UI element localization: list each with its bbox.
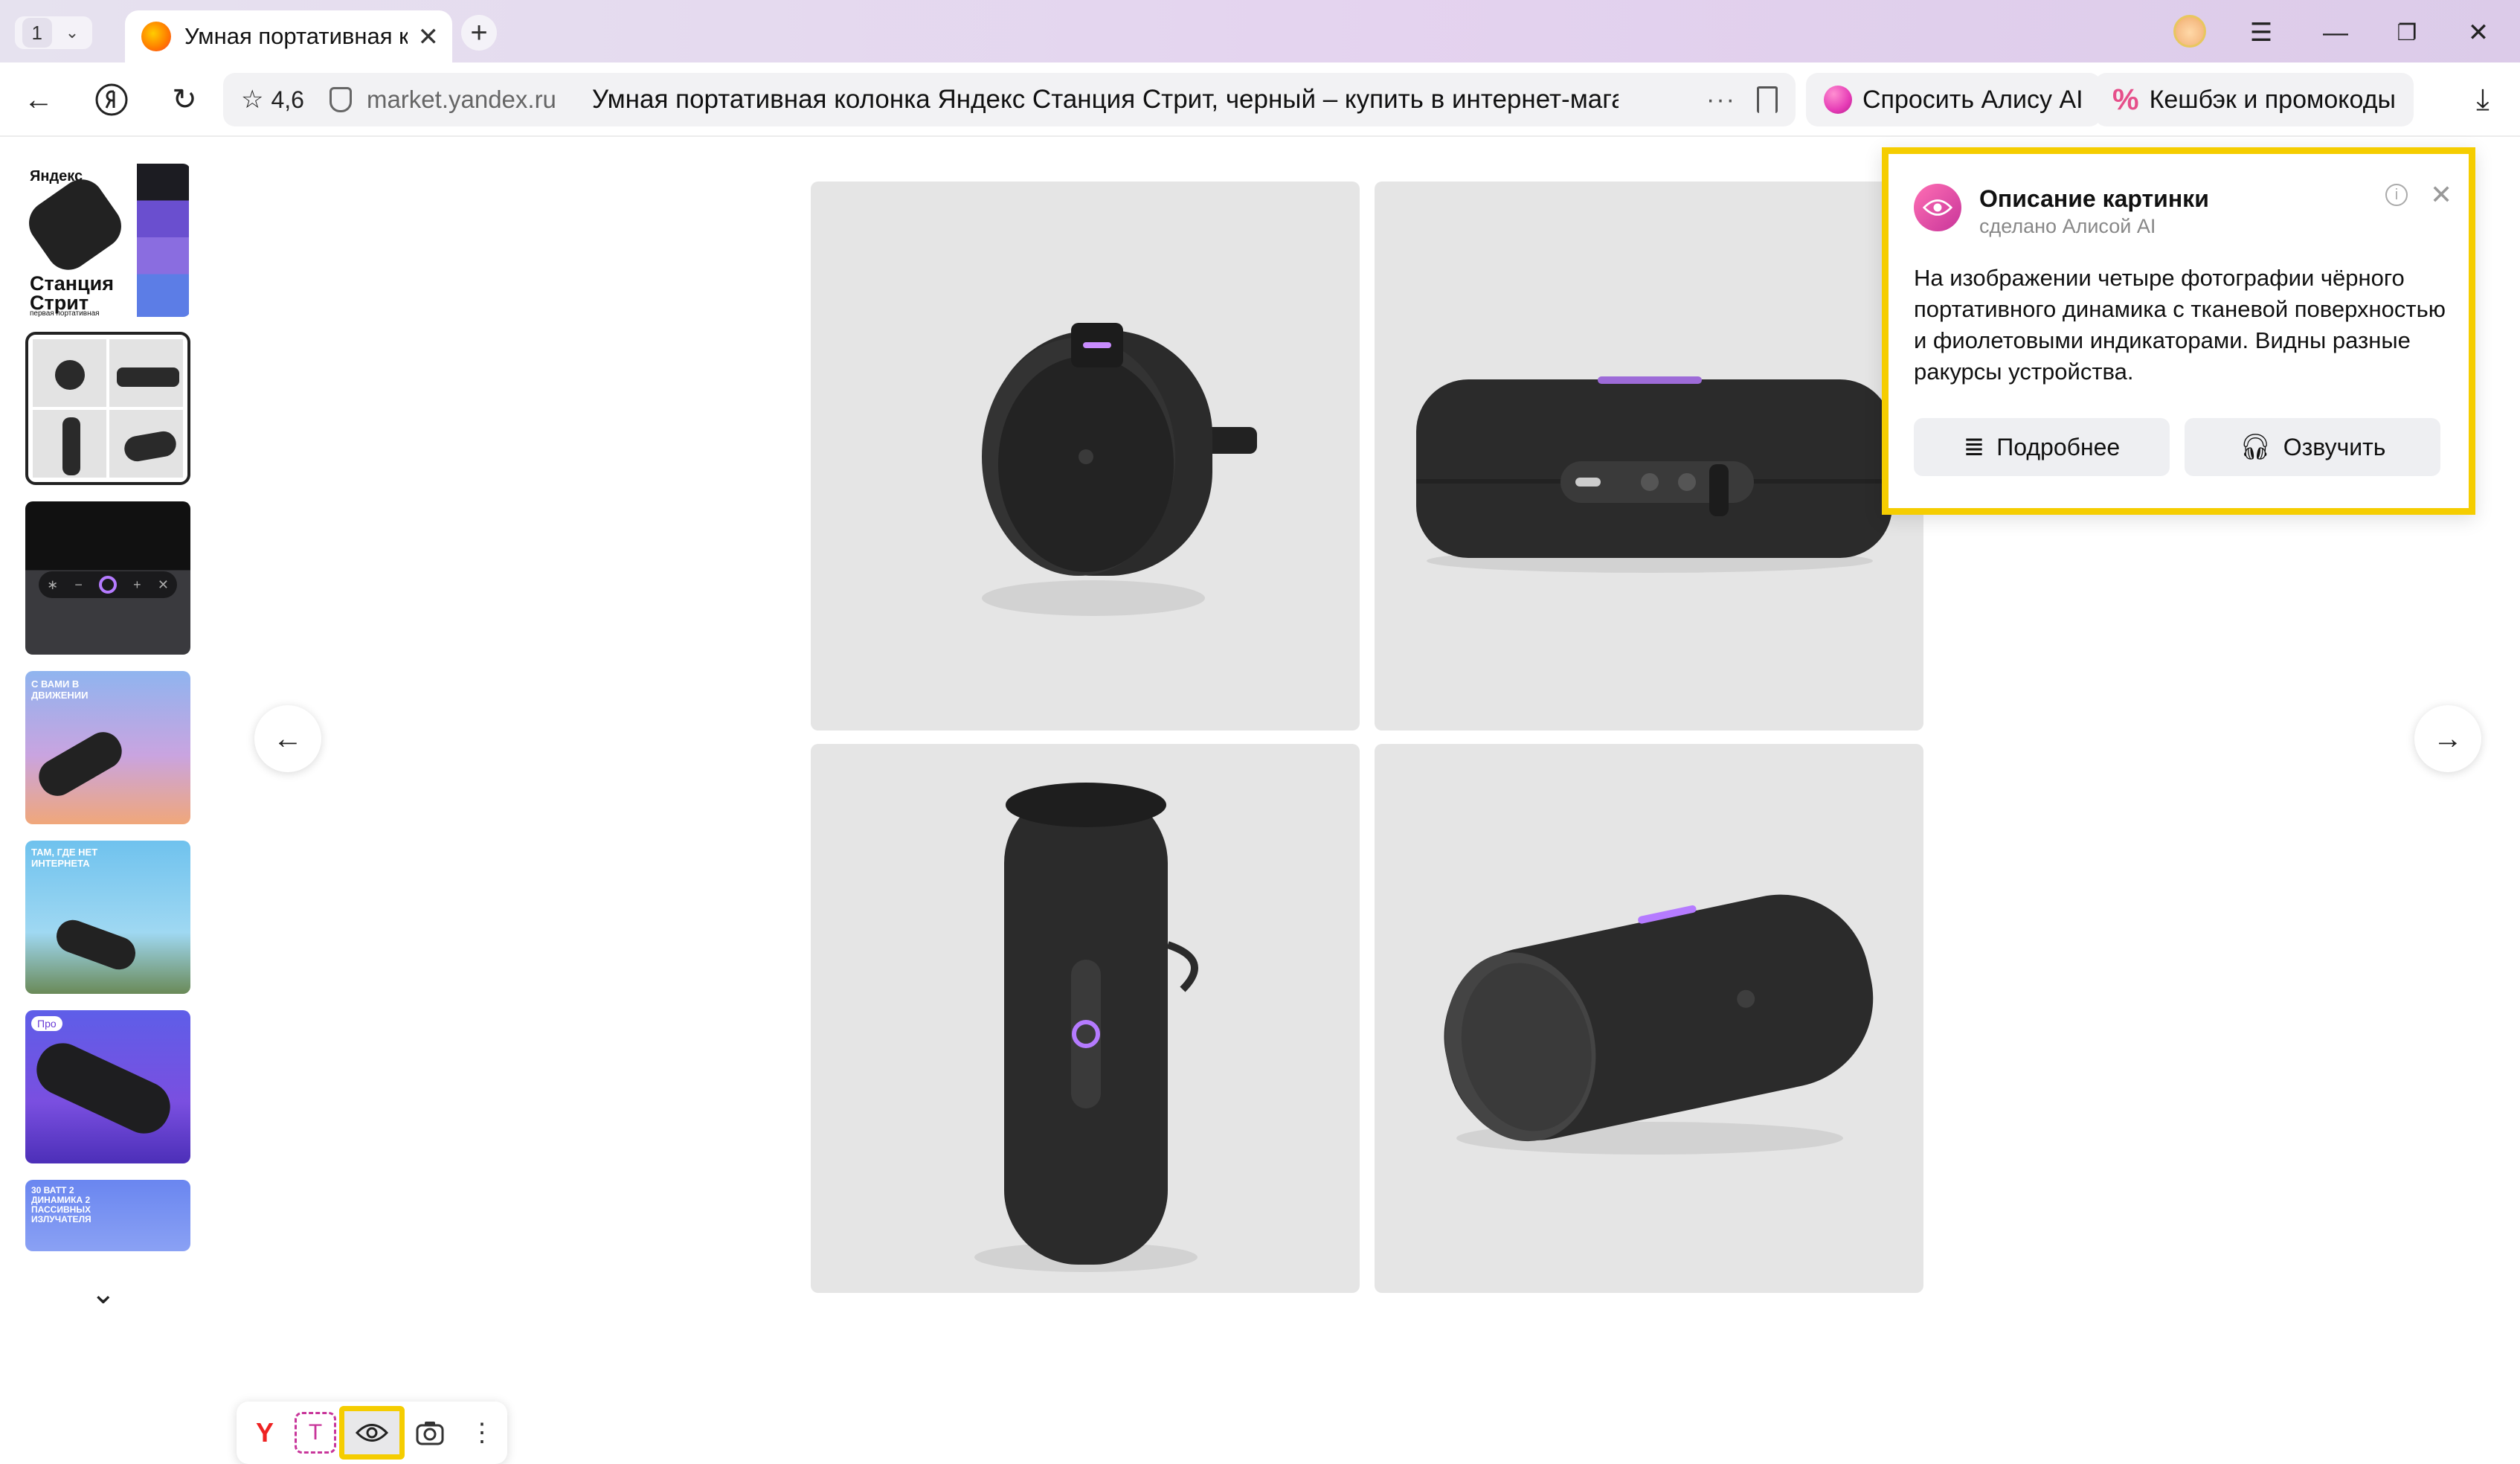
star-icon: ☆ (241, 86, 264, 114)
browser-tab-bar: 1 ⌄ Умная портативная ко ✕ + ☰ — ❐ ✕ (0, 0, 2520, 62)
profile-avatar[interactable] (2173, 15, 2206, 48)
describe-image-button[interactable] (339, 1406, 405, 1460)
popup-subtitle: сделано Алисой AI (1979, 215, 2156, 237)
speaker-angled-image (1444, 894, 1874, 1155)
ask-alice-label: Спросить Алису AI (1862, 85, 2083, 114)
speaker-vertical-image (974, 783, 1198, 1272)
url-bar[interactable]: ☆ 4,6 market.yandex.ru Умная портативная … (223, 73, 1796, 126)
photo-side-view[interactable] (1375, 182, 1923, 731)
yandex-home-button[interactable] (92, 80, 131, 119)
bookmark-icon[interactable] (1757, 86, 1778, 113)
more-dots-icon[interactable]: ··· (1706, 86, 1736, 115)
thumb-cell (109, 339, 183, 407)
thumbnail-7[interactable]: 30 ВАТТ 2 ДИНАМИКА 2 ПАССИВНЫХ ИЗЛУЧАТЕЛ… (25, 1180, 190, 1251)
more-details-label: Подробнее (1996, 433, 2121, 460)
cashback-button[interactable]: % Кешбэк и промокоды (2095, 73, 2414, 126)
new-tab-button[interactable]: + (461, 15, 497, 51)
photo-front-view[interactable] (811, 182, 1360, 731)
more-options-icon[interactable]: ⋮ (461, 1412, 503, 1454)
reload-icon[interactable]: ↻ (165, 80, 204, 119)
speaker-image (51, 915, 141, 975)
translate-text-icon[interactable]: T (295, 1412, 336, 1454)
speaker-image (28, 1035, 179, 1142)
prev-image-arrow[interactable]: ← (254, 705, 321, 772)
info-icon[interactable]: i (2385, 184, 2408, 206)
photo-vertical-view[interactable] (811, 744, 1360, 1293)
menu-icon[interactable]: ☰ (2245, 16, 2278, 49)
popup-title: Описание картинки (1979, 185, 2209, 212)
speaker-front-image (982, 323, 1257, 616)
percent-icon: % (2112, 83, 2139, 116)
popup-description-text: На изображении четыре фотографии чёрного… (1914, 265, 2446, 385)
rating-value: 4,6 (271, 86, 304, 113)
tab-title: Умная портативная ко (184, 23, 408, 49)
headphones-icon: 🎧︎ (2239, 433, 2272, 461)
url-domain: market.yandex.ru (366, 86, 556, 113)
image-toolbar: Y T ⋮ (237, 1402, 507, 1464)
camera-search-icon[interactable] (409, 1412, 451, 1454)
ask-alice-button[interactable]: Спросить Алису AI (1806, 73, 2101, 126)
minimize-icon[interactable]: — (2319, 16, 2352, 49)
yandex-search-icon[interactable]: Y (244, 1412, 286, 1454)
market-favicon-icon (141, 22, 171, 51)
thumb-cell (109, 410, 183, 478)
eye-icon (356, 1424, 388, 1442)
tab-count: 1 (22, 18, 52, 48)
thumb-cell (33, 339, 106, 407)
shield-icon[interactable] (329, 87, 352, 112)
back-arrow-icon[interactable]: ← (19, 80, 58, 119)
active-tab[interactable]: Умная портативная ко ✕ (125, 10, 452, 62)
voice-read-button[interactable]: 🎧︎ Озвучить (2185, 418, 2440, 476)
image-viewer: Яндекс Станция Стрит первая портативная … (0, 138, 2520, 1464)
thumb-title: Станция Стрит (30, 272, 114, 314)
speaker-image (25, 170, 130, 279)
restore-icon[interactable]: ❐ (2391, 16, 2423, 49)
list-icon: ≣ (1963, 433, 1985, 461)
thumbnail-6[interactable]: Про (25, 1010, 190, 1163)
photo-angled-view[interactable] (1375, 744, 1923, 1293)
thumb-caption: первая портативная (30, 309, 100, 317)
tab-counter-button[interactable]: 1 ⌄ (15, 16, 92, 49)
alice-icon (1824, 86, 1852, 114)
more-details-button[interactable]: ≣ Подробнее (1914, 418, 2170, 476)
window-close-icon[interactable]: ✕ (2462, 16, 2495, 49)
thumbnail-3[interactable]: ∗ − + ✕ (25, 501, 190, 655)
thumb-heading: С ВАМИ В ДВИЖЕНИИ (31, 678, 89, 701)
speaker-side-image (1416, 376, 1892, 573)
popup-close-icon[interactable]: ✕ (2430, 179, 2452, 211)
download-icon[interactable]: ⤓ (2463, 80, 2502, 119)
url-page-title: Умная портативная колонка Яндекс Станция… (591, 85, 1619, 114)
thumb-cell (33, 410, 106, 478)
alice-eye-icon (1914, 184, 1961, 231)
site-rating[interactable]: ☆ 4,6 (241, 85, 304, 115)
yandex-logo-icon (95, 83, 128, 116)
chevron-down-icon: ⌄ (65, 23, 80, 42)
thumb-control-strip: ∗ − + ✕ (39, 571, 177, 598)
address-toolbar: ← ↻ ☆ 4,6 market.yandex.ru Умная портатив… (0, 62, 2520, 137)
thumbnail-4[interactable]: С ВАМИ В ДВИЖЕНИИ (25, 671, 190, 824)
voice-read-label: Озвучить (2283, 433, 2386, 460)
tab-close-icon[interactable]: ✕ (418, 22, 440, 52)
speaker-image (32, 725, 129, 803)
thumbnail-1[interactable]: Яндекс Станция Стрит первая портативная (25, 164, 190, 317)
image-description-popup: Описание картинки сделано Алисой AI i ✕ … (1882, 147, 2475, 515)
thumb-badge: Про (31, 1016, 62, 1031)
thumbnail-2-selected[interactable] (25, 332, 190, 485)
thumbnails-down-chevron-icon[interactable]: ⌄ (91, 1277, 116, 1311)
thumb-heading: ТАМ, ГДЕ НЕТ ИНТЕРНЕТА (31, 847, 98, 869)
next-image-arrow[interactable]: → (2414, 705, 2481, 772)
thumb-side-panels (137, 164, 189, 317)
thumbnail-5[interactable]: ТАМ, ГДЕ НЕТ ИНТЕРНЕТА (25, 841, 190, 994)
thumb-heading: 30 ВАТТ 2 ДИНАМИКА 2 ПАССИВНЫХ ИЗЛУЧАТЕЛ… (31, 1185, 91, 1224)
cashback-label: Кешбэк и промокоды (2149, 85, 2396, 114)
